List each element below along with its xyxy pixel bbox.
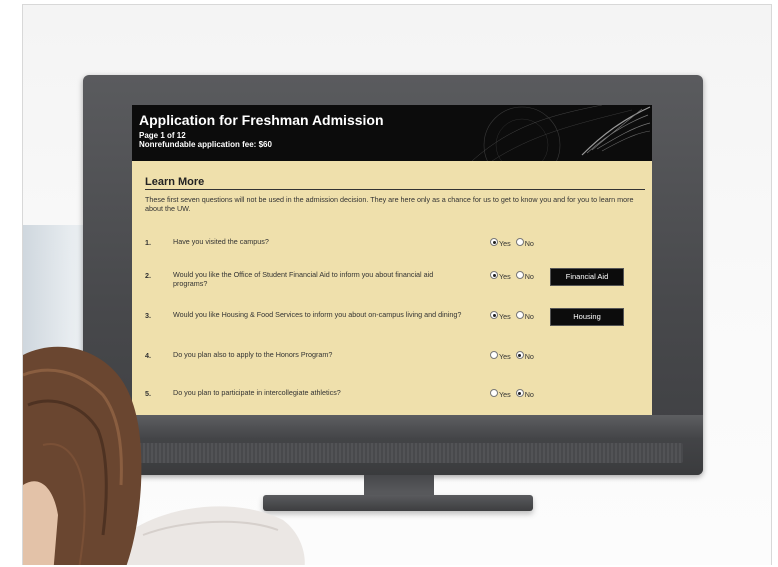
- question-number: 3.: [145, 311, 151, 320]
- no-label: No: [524, 351, 534, 361]
- no-radio[interactable]: [515, 271, 524, 280]
- question-row: 2. Would you like the Office of Student …: [145, 268, 650, 295]
- no-radio[interactable]: [515, 351, 524, 360]
- monitor-stand-neck: [364, 475, 434, 497]
- yes-label: Yes: [499, 351, 511, 361]
- section-intro: These first seven questions will not be …: [145, 195, 634, 213]
- question-row: 1. Have you visited the campus? Yes No: [145, 237, 650, 262]
- question-row: 3. Would you like Housing & Food Service…: [145, 308, 650, 335]
- person-image: [23, 346, 305, 565]
- yes-radio[interactable]: [490, 271, 498, 280]
- yes-radio[interactable]: [490, 311, 498, 320]
- page-title: Application for Freshman Admission: [139, 112, 384, 128]
- yes-label: Yes: [499, 311, 511, 321]
- yes-label: Yes: [499, 271, 511, 281]
- financial-aid-button[interactable]: Financial Aid: [550, 268, 624, 286]
- question-number: 2.: [145, 271, 151, 280]
- no-label: No: [524, 389, 534, 399]
- no-label: No: [524, 271, 534, 281]
- housing-button[interactable]: Housing: [550, 308, 624, 326]
- question-text: Would you like the Office of Student Fin…: [173, 270, 434, 288]
- page-indicator: Page 1 of 12: [139, 131, 186, 140]
- yes-label: Yes: [499, 238, 511, 248]
- app-header: Application for Freshman Admission Page …: [132, 105, 652, 161]
- answer-options: Yes No: [490, 238, 537, 248]
- no-label: No: [524, 238, 534, 248]
- no-label: No: [524, 311, 534, 321]
- section-title: Learn More: [145, 176, 645, 190]
- yes-label: Yes: [499, 389, 511, 399]
- fee-notice: Nonrefundable application fee: $60: [139, 140, 272, 149]
- photo-frame: Application for Freshman Admission Page …: [22, 4, 772, 565]
- yes-radio[interactable]: [490, 238, 498, 247]
- answer-options: Yes No: [490, 311, 537, 321]
- no-radio[interactable]: [515, 311, 524, 320]
- yes-radio[interactable]: [490, 351, 498, 360]
- question-number: 1.: [145, 238, 151, 247]
- question-text: Would you like Housing & Food Services t…: [173, 310, 462, 319]
- answer-options: Yes No: [490, 351, 537, 361]
- answer-options: Yes No: [490, 389, 537, 399]
- feather-decoration-icon: [471, 105, 651, 161]
- no-radio[interactable]: [515, 389, 524, 398]
- answer-options: Yes No: [490, 271, 537, 281]
- yes-radio[interactable]: [490, 389, 498, 398]
- no-radio[interactable]: [515, 238, 524, 247]
- question-text: Have you visited the campus?: [173, 237, 269, 246]
